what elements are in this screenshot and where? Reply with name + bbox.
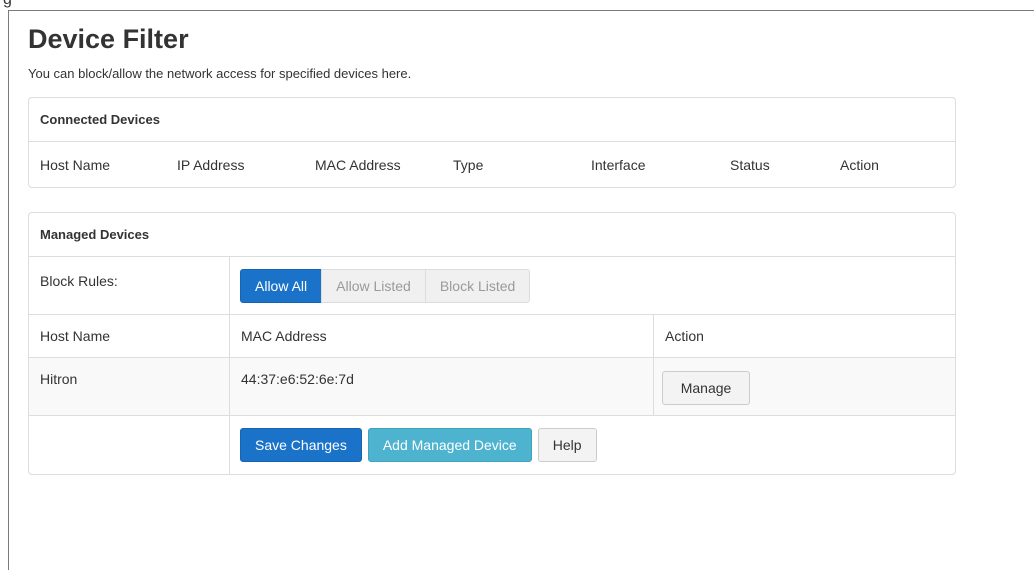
column-mac-address: MAC Address — [315, 156, 401, 173]
empty-cell — [29, 416, 230, 474]
device-host-name: Hitron — [29, 358, 230, 415]
column-status: Status — [730, 156, 770, 173]
allow-all-button[interactable]: Allow All — [240, 268, 323, 303]
connected-devices-table-header: Host Name IP Address MAC Address Type In… — [29, 142, 955, 187]
column-action: Action — [665, 328, 704, 344]
device-mac-address: 44:37:e6:52:6e:7d — [230, 358, 654, 415]
column-host-name: Host Name — [29, 315, 230, 357]
block-rules-label: Block Rules: — [29, 257, 230, 314]
table-row: Hitron 44:37:e6:52:6e:7d Manage — [29, 358, 955, 416]
block-rules-segmented-control: Allow All Allow Listed Block Listed — [240, 268, 531, 303]
manage-device-button[interactable]: Manage — [662, 371, 750, 405]
managed-actions: Save Changes Add Managed Device Help — [230, 416, 608, 474]
device-action-cell: Manage — [654, 358, 761, 415]
block-listed-button[interactable]: Block Listed — [424, 268, 531, 303]
column-host-name: Host Name — [40, 156, 111, 173]
column-interface: Interface — [591, 156, 646, 173]
managed-devices-panel: Managed Devices Block Rules: Allow All A… — [28, 212, 956, 475]
block-rules-row: Block Rules: Allow All Allow Listed Bloc… — [29, 257, 955, 315]
help-button[interactable]: Help — [537, 428, 597, 462]
connected-devices-panel: Connected Devices Host Name IP Address M… — [28, 97, 956, 188]
connected-devices-header: Connected Devices — [29, 98, 955, 142]
page-description: You can block/allow the network access f… — [28, 66, 412, 81]
column-type: Type — [453, 156, 484, 173]
cropped-text-fragment: g — [3, 0, 12, 9]
managed-devices-header: Managed Devices — [29, 213, 955, 257]
block-rules-control: Allow All Allow Listed Block Listed — [230, 257, 541, 314]
managed-actions-row: Save Changes Add Managed Device Help — [29, 416, 955, 474]
page-title: Device Filter — [28, 24, 189, 54]
column-mac-address: MAC Address — [230, 315, 654, 357]
column-action: Action — [840, 156, 879, 173]
column-ip-address: IP Address — [177, 156, 245, 173]
save-changes-button[interactable]: Save Changes — [240, 428, 362, 462]
add-managed-device-button[interactable]: Add Managed Device — [367, 428, 532, 462]
allow-listed-button[interactable]: Allow Listed — [321, 268, 426, 303]
managed-devices-table-header: Host Name MAC Address Action — [29, 315, 955, 358]
